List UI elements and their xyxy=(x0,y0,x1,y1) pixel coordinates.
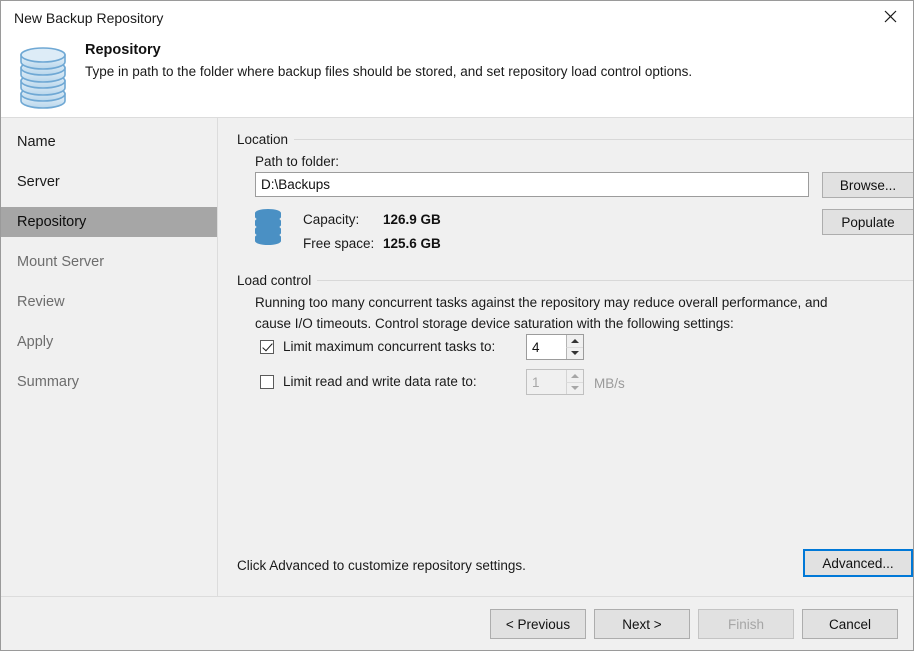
new-backup-repository-dialog: New Backup Repository Repository Type in… xyxy=(0,0,914,651)
sidebar-item-label: Name xyxy=(17,134,56,150)
chevron-down-icon xyxy=(571,351,579,356)
limit-tasks-value[interactable]: 4 xyxy=(527,335,566,359)
next-button[interactable]: Next > xyxy=(594,609,690,639)
close-icon[interactable] xyxy=(867,1,913,32)
limit-rate-value[interactable]: 1 xyxy=(527,370,566,394)
limit-rate-unit-label: MB/s xyxy=(594,376,625,391)
limit-tasks-increment-button[interactable] xyxy=(566,335,583,348)
sidebar-item-server[interactable]: Server xyxy=(1,167,217,197)
load-control-group-label: Load control xyxy=(237,273,318,288)
chevron-up-icon xyxy=(571,338,579,343)
sidebar-item-label: Server xyxy=(17,174,60,190)
sidebar-item-name[interactable]: Name xyxy=(1,127,217,157)
browse-button[interactable]: Browse... xyxy=(822,172,913,198)
page-subtitle: Type in path to the folder where backup … xyxy=(85,64,693,79)
load-control-description-line1: Running too many concurrent tasks agains… xyxy=(255,295,828,310)
database-glyph xyxy=(20,47,66,109)
close-glyph xyxy=(884,10,896,23)
limit-tasks-label: Limit maximum concurrent tasks to: xyxy=(283,339,496,354)
limit-rate-checkbox[interactable]: Limit read and write data rate to: xyxy=(260,374,477,389)
window-title: New Backup Repository xyxy=(14,10,164,26)
cancel-button-label: Cancel xyxy=(828,616,872,632)
advanced-button-label: Advanced... xyxy=(822,555,894,571)
limit-rate-stepper-arrows xyxy=(566,370,583,394)
sidebar-item-repository[interactable]: Repository xyxy=(1,207,217,237)
chevron-down-icon xyxy=(571,386,579,391)
storage-database-glyph xyxy=(255,209,281,245)
sidebar-item-label: Summary xyxy=(17,374,80,390)
dialog-footer: < Previous Next > Finish Cancel xyxy=(1,597,913,650)
limit-rate-increment-button[interactable] xyxy=(566,370,583,383)
populate-button[interactable]: Populate xyxy=(822,209,913,235)
wizard-steps-sidebar: Name Server Repository Mount Server Revi… xyxy=(1,118,218,650)
load-control-description-line2: cause I/O timeouts. Control storage devi… xyxy=(255,316,734,331)
browse-button-label: Browse... xyxy=(839,177,897,193)
finish-button-label: Finish xyxy=(727,616,764,632)
capacity-label: Capacity: xyxy=(303,212,360,227)
cancel-button[interactable]: Cancel xyxy=(802,609,898,639)
limit-rate-label: Limit read and write data rate to: xyxy=(283,374,477,389)
location-group-label: Location xyxy=(237,132,295,147)
path-to-folder-input[interactable] xyxy=(255,172,809,197)
sidebar-item-label: Review xyxy=(17,294,65,310)
sidebar-item-summary[interactable]: Summary xyxy=(1,367,217,397)
page-title: Repository xyxy=(85,42,161,58)
free-space-value: 125.6 GB xyxy=(383,236,441,251)
sidebar-item-mount-server[interactable]: Mount Server xyxy=(1,247,217,277)
limit-tasks-decrement-button[interactable] xyxy=(566,347,583,359)
database-icon xyxy=(17,43,69,109)
finish-button: Finish xyxy=(698,609,794,639)
path-to-folder-label: Path to folder: xyxy=(255,154,340,169)
previous-button[interactable]: < Previous xyxy=(490,609,586,639)
limit-tasks-stepper[interactable]: 4 xyxy=(526,334,584,360)
load-control-group-rule xyxy=(237,280,913,281)
free-space-label: Free space: xyxy=(303,236,375,251)
sidebar-item-label: Mount Server xyxy=(17,254,105,270)
sidebar-item-label: Repository xyxy=(17,214,87,230)
content-pane: Location Path to folder: Browse... xyxy=(219,118,913,650)
limit-rate-stepper[interactable]: 1 xyxy=(526,369,584,395)
previous-button-label: < Previous xyxy=(505,616,571,632)
limit-rate-checkbox-box xyxy=(260,374,274,389)
dialog-header: New Backup Repository Repository Type in… xyxy=(1,1,913,118)
next-button-label: Next > xyxy=(622,616,662,632)
sidebar-item-apply[interactable]: Apply xyxy=(1,327,217,357)
capacity-value: 126.9 GB xyxy=(383,212,441,227)
advanced-hint: Click Advanced to customize repository s… xyxy=(237,558,526,573)
sidebar-item-label: Apply xyxy=(17,334,54,350)
chevron-up-icon xyxy=(571,373,579,378)
location-group-rule xyxy=(237,139,913,140)
limit-tasks-checkbox[interactable]: Limit maximum concurrent tasks to: xyxy=(260,339,495,354)
limit-tasks-stepper-arrows xyxy=(566,335,583,359)
limit-tasks-checkbox-box xyxy=(260,339,274,354)
sidebar-item-review[interactable]: Review xyxy=(1,287,217,317)
storage-database-icon xyxy=(253,209,283,247)
advanced-button[interactable]: Advanced... xyxy=(803,549,913,577)
populate-button-label: Populate xyxy=(841,214,895,230)
limit-rate-decrement-button[interactable] xyxy=(566,382,583,394)
